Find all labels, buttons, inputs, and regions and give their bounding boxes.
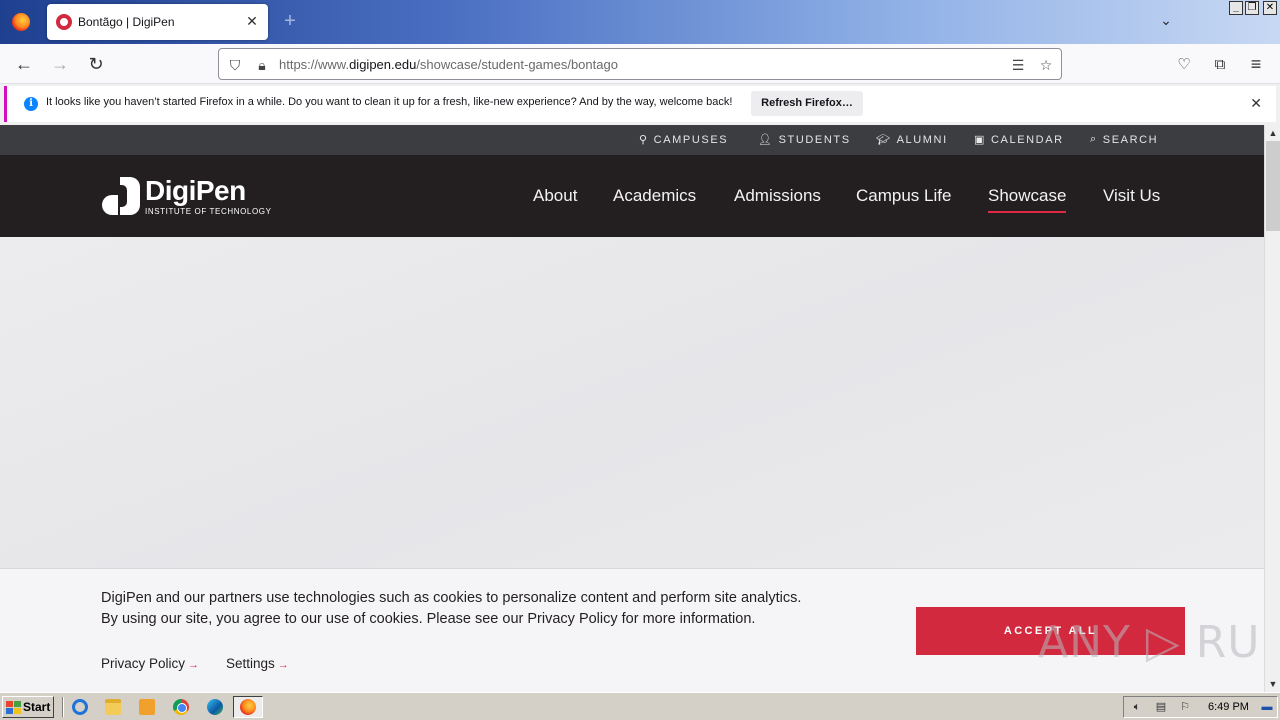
- utility-link-campuses[interactable]: ⚲ CAMPUSES: [639, 133, 728, 147]
- map-pin-icon: ⚲: [639, 134, 649, 146]
- vertical-scrollbar[interactable]: ▲ ▼: [1264, 125, 1280, 692]
- edge-icon[interactable]: [207, 699, 223, 715]
- nav-showcase[interactable]: Showcase: [988, 186, 1067, 213]
- main-navigation: DigiPen INSTITUTE OF TECHNOLOGY About Ac…: [0, 155, 1264, 237]
- digipen-logo[interactable]: DigiPen INSTITUTE OF TECHNOLOGY: [100, 175, 272, 219]
- url-bar[interactable]: ⛉ 🔒︎ https://www.digipen.edu/showcase/st…: [218, 48, 1062, 80]
- utility-link-students[interactable]: 👤︎ STUDENTS: [758, 133, 851, 147]
- notification-message: It looks like you haven’t started Firefo…: [46, 96, 733, 108]
- firefox-view-button[interactable]: [0, 0, 42, 44]
- windows-logo-icon: [6, 701, 21, 714]
- clock[interactable]: 6:49 PM: [1208, 701, 1249, 713]
- tab-title: Bontãgo | DigiPen: [78, 15, 175, 29]
- utility-link-search[interactable]: ⌕ SEARCH: [1090, 133, 1158, 146]
- tab-strip: Bontãgo | DigiPen ✕ + ⌄ _ ❐ ✕: [0, 0, 1280, 44]
- minimize-button[interactable]: _: [1229, 1, 1243, 15]
- lock-icon[interactable]: 🔒︎: [253, 56, 271, 74]
- tab-close-icon[interactable]: ✕: [244, 13, 260, 29]
- volume-icon[interactable]: 🔈︎: [1130, 701, 1144, 713]
- start-button[interactable]: Start: [2, 696, 54, 718]
- info-icon: i: [24, 97, 38, 111]
- utility-link-alumni[interactable]: 🎓︎ ALUMNI: [876, 133, 948, 147]
- nav-toolbar: ← → ↻ ⛉ 🔒︎ https://www.digipen.edu/showc…: [0, 44, 1280, 84]
- search-icon: ⌕: [1090, 133, 1098, 145]
- arrow-right-icon: →: [277, 659, 289, 671]
- arrow-right-icon: →: [188, 659, 200, 671]
- taskbar-firefox-button[interactable]: [233, 696, 263, 718]
- firefox-logo-icon: [12, 13, 30, 31]
- extensions-icon[interactable]: ⧉: [1206, 50, 1234, 78]
- tab-active[interactable]: Bontãgo | DigiPen ✕: [47, 4, 268, 40]
- back-arrow-icon[interactable]: ←: [10, 50, 38, 78]
- firefox-logo-icon: [240, 699, 256, 715]
- page-viewport: ⚲ CAMPUSES 👤︎ STUDENTS 🎓︎ ALUMNI ▣ CALENDAR …: [0, 125, 1264, 692]
- notification-bar: i It looks like you haven’t started Fire…: [4, 86, 1276, 122]
- logo-name: DigiPen: [145, 175, 246, 206]
- nav-about[interactable]: About: [533, 186, 577, 206]
- scroll-down-arrow-icon[interactable]: ▼: [1265, 676, 1280, 692]
- refresh-firefox-button[interactable]: Refresh Firefox…: [751, 91, 863, 116]
- student-icon: 👤︎: [758, 134, 774, 146]
- notification-close-icon[interactable]: ✕: [1250, 95, 1262, 112]
- forward-arrow-icon[interactable]: →: [46, 50, 74, 78]
- tracking-shield-icon[interactable]: ⛉: [226, 56, 244, 74]
- show-desktop-icon[interactable]: ▬: [1260, 701, 1274, 713]
- new-tab-button[interactable]: +: [280, 11, 300, 31]
- digipen-logo-mark-icon: [102, 177, 140, 215]
- url-text[interactable]: https://www.digipen.edu/showcase/student…: [279, 57, 618, 72]
- reader-view-icon[interactable]: ☰: [1009, 56, 1027, 74]
- taskbar: Start 🔈︎ ▤ ⚐ 6:49 PM ▬: [0, 692, 1280, 720]
- file-explorer-icon[interactable]: [105, 699, 121, 715]
- calendar-icon: ▣: [974, 134, 986, 146]
- nav-visit-us[interactable]: Visit Us: [1103, 186, 1160, 206]
- media-player-icon[interactable]: [139, 699, 155, 715]
- logo-subtitle: INSTITUTE OF TECHNOLOGY: [145, 207, 272, 216]
- graduate-icon: 🎓︎: [876, 134, 892, 146]
- cookie-settings-link[interactable]: Settings →: [226, 656, 289, 671]
- app-menu-icon[interactable]: ≡: [1242, 50, 1270, 78]
- close-window-button[interactable]: ✕: [1263, 1, 1277, 15]
- system-tray: 🔈︎ ▤ ⚐ 6:49 PM ▬: [1123, 696, 1278, 718]
- pocket-icon[interactable]: ♡: [1170, 50, 1198, 78]
- utility-link-calendar[interactable]: ▣ CALENDAR: [974, 133, 1064, 147]
- action-center-flag-icon[interactable]: ⚐: [1178, 701, 1192, 713]
- scroll-up-arrow-icon[interactable]: ▲: [1265, 125, 1280, 141]
- scroll-thumb[interactable]: [1266, 141, 1280, 231]
- digipen-favicon-icon: [56, 14, 72, 30]
- reload-icon[interactable]: ↻: [82, 50, 110, 78]
- bookmark-star-icon[interactable]: ☆: [1037, 56, 1055, 74]
- cookie-banner: DigiPen and our partners use technologie…: [0, 568, 1264, 692]
- nav-admissions[interactable]: Admissions: [734, 186, 821, 206]
- chrome-icon[interactable]: [173, 699, 189, 715]
- nav-campus-life[interactable]: Campus Life: [856, 186, 951, 206]
- network-icon[interactable]: ▤: [1154, 701, 1168, 713]
- privacy-policy-link[interactable]: Privacy Policy →: [101, 656, 199, 671]
- list-all-tabs-chevron-icon[interactable]: ⌄: [1156, 12, 1176, 32]
- internet-explorer-icon[interactable]: [72, 699, 88, 715]
- utility-bar: ⚲ CAMPUSES 👤︎ STUDENTS 🎓︎ ALUMNI ▣ CALENDAR …: [0, 125, 1264, 155]
- cookie-message: DigiPen and our partners use technologie…: [101, 590, 802, 627]
- nav-academics[interactable]: Academics: [613, 186, 696, 206]
- restore-button[interactable]: ❐: [1245, 1, 1259, 15]
- anyrun-watermark: ANY ▷ RUN: [1038, 617, 1264, 668]
